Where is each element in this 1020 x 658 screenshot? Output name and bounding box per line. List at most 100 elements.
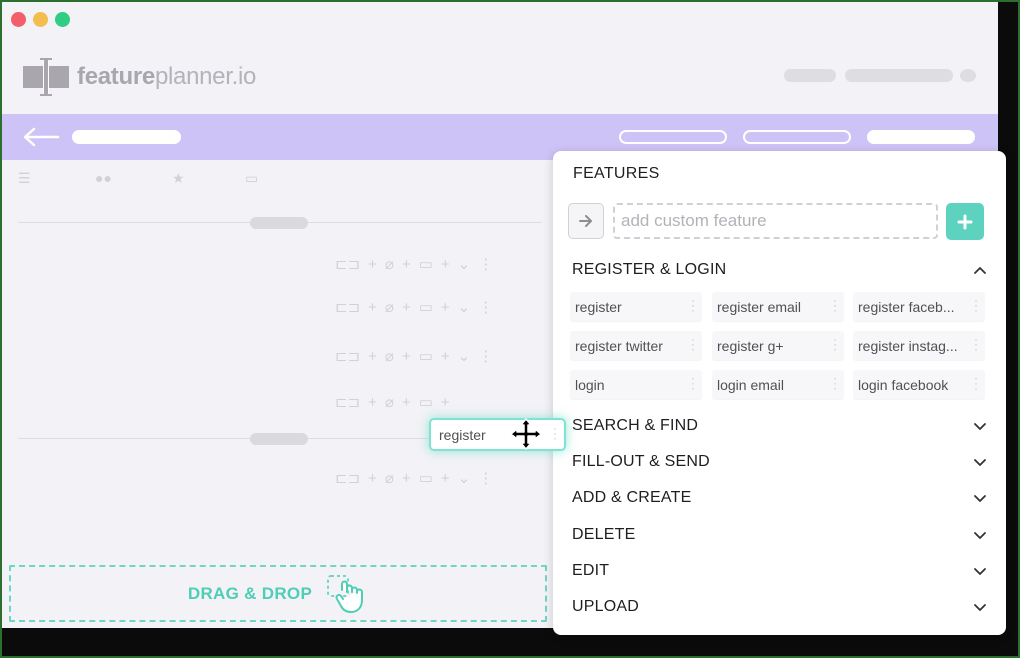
feature-chip[interactable]: register g+ · · · [712, 331, 844, 360]
chevron-down-icon[interactable]: ⌄ [458, 298, 471, 316]
screen-icon[interactable]: ⊏⊐ [335, 255, 360, 273]
device-icon[interactable]: ▭ [419, 393, 433, 411]
section-delete[interactable]: DELETE [572, 524, 987, 546]
chevron-down-icon [974, 423, 986, 430]
drag-handle-icon[interactable]: · · · [691, 294, 695, 316]
feature-chip[interactable]: login email · · · [712, 370, 844, 399]
chevron-down-icon [974, 604, 986, 611]
plus-icon [957, 214, 973, 229]
plus-icon[interactable]: + [368, 299, 377, 316]
chevron-up-icon [974, 267, 986, 274]
dragging-chip-label: register [439, 426, 486, 443]
attachment-icon[interactable]: ⌀ [385, 469, 394, 487]
header-placeholder-pill [784, 69, 836, 82]
drag-handle-icon[interactable]: · · · [974, 333, 978, 355]
back-arrow-icon[interactable] [22, 127, 60, 147]
arrow-right-icon [579, 215, 592, 227]
plus-icon[interactable]: + [368, 394, 377, 411]
section-label: DELETE [572, 526, 636, 543]
more-icon[interactable]: ⋮ [478, 469, 493, 487]
drag-handle-icon[interactable]: · · · [691, 333, 695, 355]
attachment-icon[interactable]: ⌀ [385, 393, 394, 411]
plus-icon[interactable]: + [368, 256, 377, 273]
feature-row-tools: ⊏⊐ + ⌀ + ▭ + ⌄ ⋮ [335, 467, 493, 489]
plus-icon[interactable]: + [368, 470, 377, 487]
plus-icon[interactable]: + [402, 256, 411, 273]
header-placeholder-pill [845, 69, 953, 82]
more-icon[interactable]: ⋮ [478, 298, 493, 316]
section-label: ADD & CREATE [572, 489, 692, 506]
screen-icon[interactable]: ⊏⊐ [335, 298, 360, 316]
feature-chip[interactable]: login facebook · · · [853, 370, 985, 399]
plus-icon[interactable]: + [368, 348, 377, 365]
feature-chip[interactable]: register email · · · [712, 292, 844, 321]
feature-chip[interactable]: register · · · [570, 292, 702, 321]
feature-chip[interactable]: login · · · [570, 370, 702, 399]
section-fill-out-send[interactable]: FILL-OUT & SEND [572, 451, 987, 473]
device-icon[interactable]: ▭ [419, 469, 433, 487]
add-custom-feature-button[interactable] [946, 203, 984, 240]
star-icon[interactable]: ★ [172, 170, 185, 187]
plus-icon[interactable]: + [402, 394, 411, 411]
dragging-feature-chip[interactable]: register · · · [431, 420, 564, 449]
drag-handle-icon[interactable]: · · · [833, 333, 837, 355]
section-search-find[interactable]: SEARCH & FIND [572, 415, 987, 437]
custom-feature-input[interactable] [613, 203, 938, 239]
filter-icon[interactable]: ☰ [18, 170, 31, 187]
chevron-down-icon[interactable]: ⌄ [458, 347, 471, 365]
close-window-button[interactable] [11, 12, 26, 27]
drag-handle-icon[interactable]: · · · [974, 294, 978, 316]
section-edit[interactable]: EDIT [572, 560, 987, 582]
drag-drop-zone[interactable]: DRAG & DROP [9, 565, 547, 622]
maximize-window-button[interactable] [55, 12, 70, 27]
filter-row: ☰ ●● ★ ▭ [2, 170, 552, 190]
move-cursor-icon [510, 418, 542, 450]
drag-handle-icon[interactable]: · · · [833, 372, 837, 394]
device-icon[interactable]: ▭ [419, 347, 433, 365]
app-logo[interactable]: featureplanner.io [23, 57, 256, 97]
attachment-icon[interactable]: ⌀ [385, 255, 394, 273]
screen-icon[interactable]: ⊏⊐ [335, 347, 360, 365]
feature-chip[interactable]: register twitter · · · [570, 331, 702, 360]
plus-icon[interactable]: + [441, 299, 450, 316]
plus-icon[interactable]: + [402, 470, 411, 487]
screen-icon[interactable]: ⊏⊐ [335, 393, 360, 411]
arrow-right-button[interactable] [568, 203, 604, 239]
toolbar-button[interactable] [619, 130, 727, 144]
chevron-down-icon[interactable]: ⌄ [458, 469, 471, 487]
feature-row-tools: ⊏⊐ + ⌀ + ▭ + ⌄ ⋮ [335, 345, 493, 367]
feature-chip[interactable]: register faceb... · · · [853, 292, 985, 321]
toolbar-button-primary[interactable] [867, 130, 975, 144]
drag-handle-icon[interactable]: · · · [974, 372, 978, 394]
drag-drop-label: DRAG & DROP [187, 583, 313, 603]
device-icon[interactable]: ▭ [245, 170, 258, 187]
device-icon[interactable]: ▭ [419, 298, 433, 316]
plus-icon[interactable]: + [441, 256, 450, 273]
plus-icon[interactable]: + [441, 470, 450, 487]
attachment-icon[interactable]: ⌀ [385, 347, 394, 365]
more-icon[interactable]: ⋮ [478, 347, 493, 365]
minimize-window-button[interactable] [33, 12, 48, 27]
section-add-create[interactable]: ADD & CREATE [572, 487, 987, 509]
section-register-login[interactable]: REGISTER & LOGIN [572, 259, 987, 281]
screen-icon[interactable]: ⊏⊐ [335, 469, 360, 487]
window-controls [11, 12, 70, 27]
plus-icon[interactable]: + [402, 348, 411, 365]
drag-handle-icon[interactable]: · · · [553, 422, 557, 444]
section-upload[interactable]: UPLOAD [572, 596, 987, 618]
header-avatar[interactable] [960, 69, 976, 82]
device-icon[interactable]: ▭ [419, 255, 433, 273]
chevron-down-icon[interactable]: ⌄ [458, 255, 471, 273]
drag-handle-icon[interactable]: · · · [833, 294, 837, 316]
plus-icon[interactable]: + [402, 299, 411, 316]
users-icon[interactable]: ●● [95, 170, 112, 186]
more-icon[interactable]: ⋮ [478, 255, 493, 273]
attachment-icon[interactable]: ⌀ [385, 298, 394, 316]
logo-icon [23, 58, 69, 96]
plus-icon[interactable]: + [441, 394, 450, 411]
drag-handle-icon[interactable]: · · · [691, 372, 695, 394]
plus-icon[interactable]: + [441, 348, 450, 365]
feature-chip[interactable]: register instag... · · · [853, 331, 985, 360]
features-panel: FEATURES REGISTER & LOGIN register··· re… [553, 151, 1006, 635]
toolbar-button[interactable] [743, 130, 851, 144]
